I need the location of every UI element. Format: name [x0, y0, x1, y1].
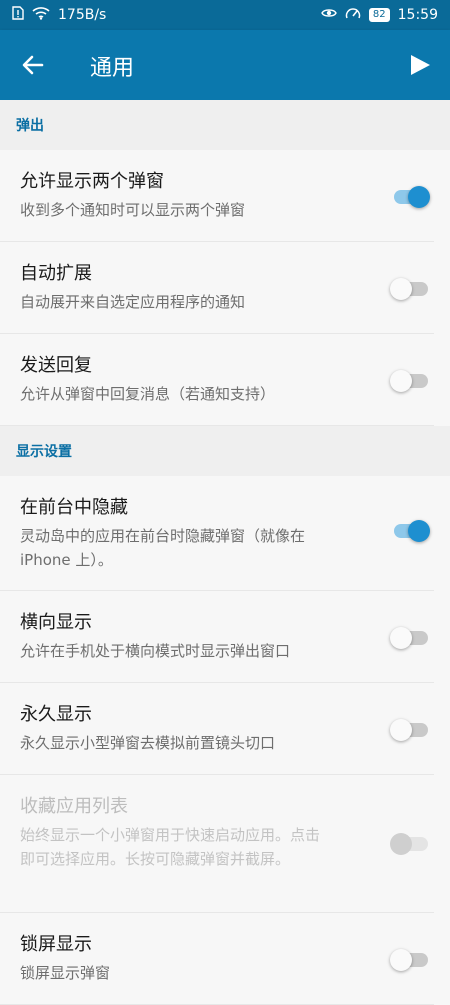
setting-subtitle: 灵动岛中的应用在前台时隐藏弹窗（就像在 iPhone 上）。 [20, 527, 306, 569]
setting-row-favorite-apps: 收藏应用列表 始终显示一个小弹窗用于快速启动应用。点击即可选择应用。长按可隐藏弹… [0, 775, 434, 913]
setting-row-auto-expand[interactable]: 自动扩展 自动展开来自选定应用程序的通知 [0, 242, 434, 334]
setting-row-hide-in-foreground[interactable]: 在前台中隐藏 灵动岛中的应用在前台时隐藏弹窗（就像在 iPhone 上）。 [0, 476, 434, 591]
setting-subtitle: 永久显示小型弹窗去模拟前置镜头切口 [20, 734, 276, 752]
toggle-switch[interactable] [390, 719, 430, 741]
toggle-switch [390, 833, 430, 855]
setting-title: 收藏应用列表 [20, 796, 128, 817]
setting-title: 发送回复 [20, 355, 92, 376]
toggle-switch[interactable] [390, 186, 430, 208]
setting-title: 在前台中隐藏 [20, 497, 128, 518]
setting-subtitle: 自动展开来自选定应用程序的通知 [20, 293, 246, 311]
status-bar: 175B/s 82 15:59 [0, 0, 450, 30]
setting-title: 锁屏显示 [20, 934, 92, 955]
app-bar: 通用 [0, 30, 450, 100]
sim-alert-icon [12, 6, 24, 24]
setting-title: 自动扩展 [20, 263, 92, 284]
status-left: 175B/s [12, 6, 106, 24]
eye-icon [321, 7, 337, 23]
setting-subtitle: 锁屏显示弹窗 [20, 964, 111, 982]
section-header-popup: 弹出 [0, 100, 450, 150]
page-title: 通用 [90, 56, 135, 81]
clock: 15:59 [397, 7, 438, 23]
setting-row-allow-two-popups[interactable]: 允许显示两个弹窗 收到多个通知时可以显示两个弹窗 [0, 150, 434, 242]
network-speed: 175B/s [58, 7, 107, 23]
setting-subtitle: 允许从弹窗中回复消息（若通知支持） [20, 385, 276, 403]
toggle-switch[interactable] [390, 627, 430, 649]
back-button[interactable] [20, 52, 50, 78]
play-icon [411, 55, 430, 75]
play-button[interactable] [408, 53, 432, 77]
wifi-icon [32, 6, 50, 24]
battery-level: 82 [368, 8, 390, 22]
setting-row-permanent-display[interactable]: 永久显示 永久显示小型弹窗去模拟前置镜头切口 [0, 683, 434, 775]
settings-list: 弹出 允许显示两个弹窗 收到多个通知时可以显示两个弹窗 自动扩展 自动展开来自选… [0, 100, 450, 1005]
arrow-left-icon [22, 55, 44, 75]
setting-title: 永久显示 [20, 704, 92, 725]
section-header-display-settings: 显示设置 [0, 426, 450, 476]
setting-title: 允许显示两个弹窗 [20, 171, 164, 192]
setting-subtitle: 收到多个通知时可以显示两个弹窗 [20, 201, 246, 219]
toggle-switch[interactable] [390, 520, 430, 542]
setting-subtitle: 允许在手机处于横向模式时显示弹出窗口 [20, 642, 291, 660]
setting-subtitle: 始终显示一个小弹窗用于快速启动应用。点击即可选择应用。长按可隐藏弹窗并截屏。 [20, 826, 321, 868]
setting-title: 横向显示 [20, 612, 92, 633]
toggle-switch[interactable] [390, 949, 430, 971]
setting-row-lockscreen-display[interactable]: 锁屏显示 锁屏显示弹窗 [0, 913, 434, 1005]
setting-row-landscape-display[interactable]: 横向显示 允许在手机处于横向模式时显示弹出窗口 [0, 591, 434, 683]
toggle-switch[interactable] [390, 370, 430, 392]
toggle-switch[interactable] [390, 278, 430, 300]
setting-row-send-reply[interactable]: 发送回复 允许从弹窗中回复消息（若通知支持） [0, 334, 434, 426]
status-right: 82 15:59 [321, 6, 438, 24]
speedometer-icon [345, 6, 361, 24]
